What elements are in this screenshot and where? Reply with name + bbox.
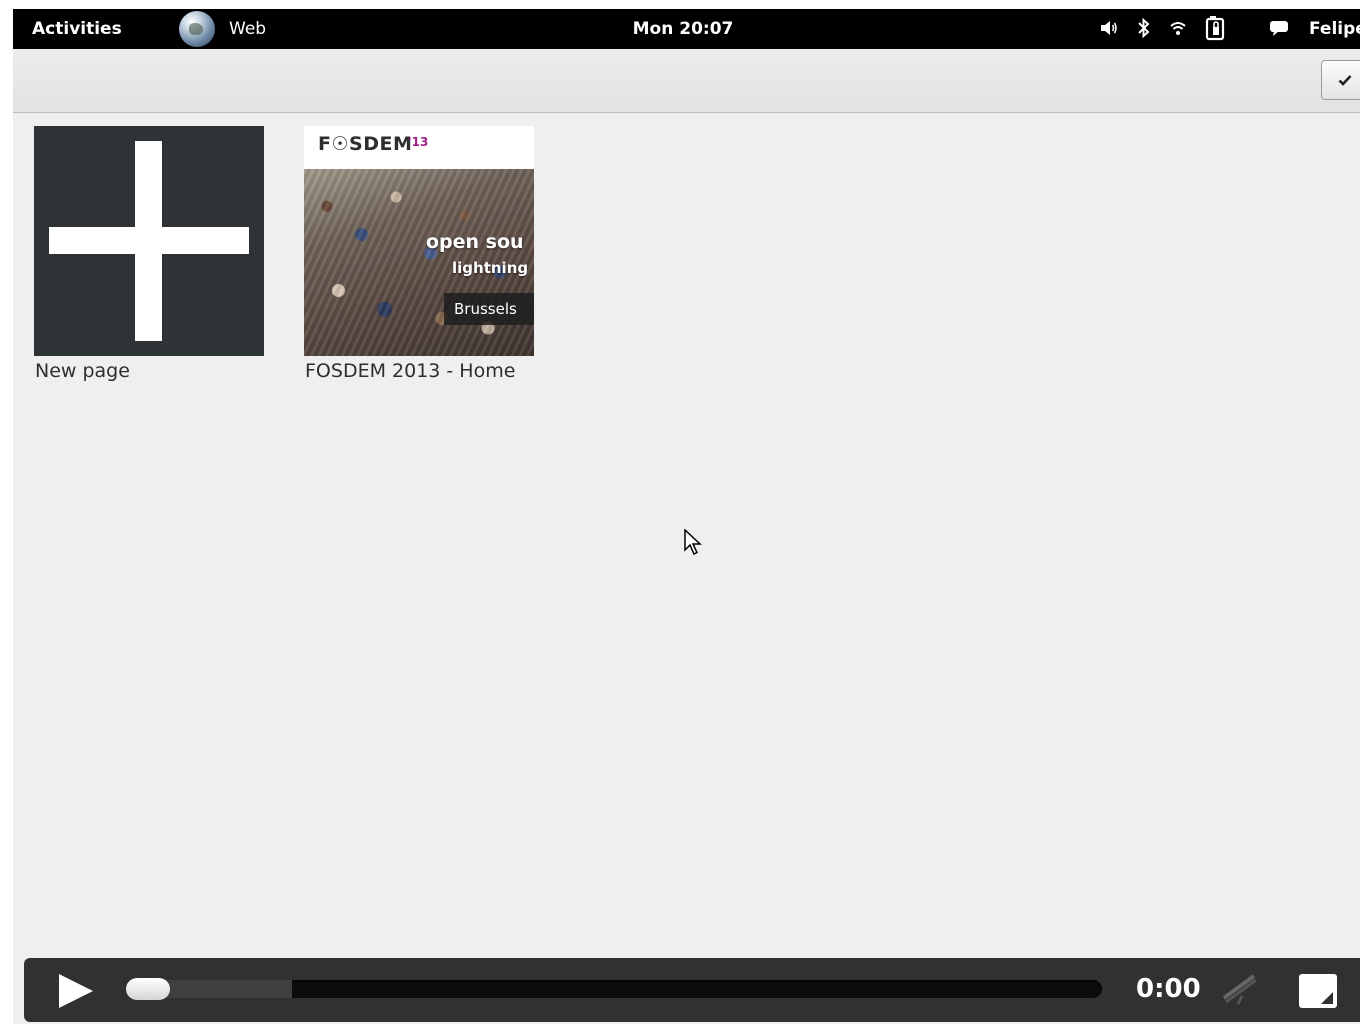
banner-line2: lightning xyxy=(452,259,529,277)
play-icon[interactable] xyxy=(56,971,96,1011)
volume-icon[interactable] xyxy=(1099,18,1119,38)
mute-icon[interactable] xyxy=(1220,972,1260,1008)
wifi-icon[interactable] xyxy=(1169,19,1187,37)
tile-title: FOSDEM 2013 - Home xyxy=(305,360,516,382)
chat-icon[interactable] xyxy=(1267,17,1291,39)
fosdem-logo: F☉SDEM xyxy=(318,133,413,155)
banner-line1: open sou xyxy=(426,231,524,253)
fosdem-year: '13 xyxy=(408,135,429,149)
new-page-thumbnail[interactable] xyxy=(34,126,264,356)
status-area[interactable] xyxy=(1099,15,1291,41)
battery-icon[interactable] xyxy=(1205,15,1225,41)
fullscreen-icon[interactable] xyxy=(1298,973,1338,1009)
checkmark-icon xyxy=(1338,75,1352,86)
fosdem-tile[interactable]: F☉SDEM '13 open sou lightning Brussels F… xyxy=(304,126,534,382)
video-controls: 0:00 xyxy=(24,958,1360,1022)
fosdem-header: F☉SDEM '13 xyxy=(304,126,534,169)
fosdem-thumbnail[interactable]: F☉SDEM '13 open sou lightning Brussels xyxy=(304,126,534,356)
header-bar xyxy=(13,49,1360,113)
tile-title: New page xyxy=(35,360,130,382)
top-bar: Activities Web Mon 20:07 Felipe xyxy=(13,9,1360,49)
seek-bar[interactable] xyxy=(126,978,1102,1000)
user-menu[interactable]: Felipe xyxy=(1309,19,1360,39)
location-label: Brussels xyxy=(444,293,534,325)
cursor-icon xyxy=(684,529,702,556)
bluetooth-icon[interactable] xyxy=(1137,16,1151,40)
done-button[interactable] xyxy=(1321,60,1360,100)
seek-handle[interactable] xyxy=(126,978,170,1000)
new-page-tile[interactable]: New page xyxy=(34,126,264,382)
time-display: 0:00 xyxy=(1136,974,1201,1004)
